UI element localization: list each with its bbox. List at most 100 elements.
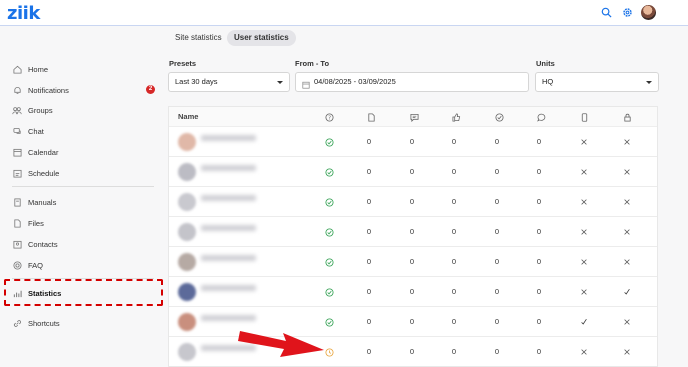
- stat-value: 0: [366, 227, 372, 236]
- sidebar: Home Notifications 2 Groups Chat Calenda…: [0, 50, 166, 367]
- bell-icon: [12, 85, 22, 95]
- stat-value: 0: [451, 287, 457, 296]
- search-icon[interactable]: [600, 6, 613, 19]
- table-row[interactable]: 0 0 0 0 0: [169, 217, 657, 247]
- check-icon: [578, 316, 590, 328]
- cross-icon: [621, 196, 633, 208]
- stat-value: 0: [494, 167, 500, 176]
- phone-icon: [579, 112, 589, 122]
- cross-icon: [578, 196, 590, 208]
- stat-value: 0: [536, 137, 542, 146]
- stat-value: 0: [536, 347, 542, 356]
- contacts-icon: [12, 239, 22, 249]
- stat-value: 0: [409, 257, 415, 266]
- home-icon: [12, 64, 22, 74]
- red-arrow-annotation: [238, 331, 324, 357]
- stat-value: 0: [409, 227, 415, 236]
- presets-label: Presets: [169, 59, 197, 68]
- stat-value: 0: [494, 137, 500, 146]
- stat-value: 0: [409, 197, 415, 206]
- avatar: [178, 253, 196, 271]
- table-row[interactable]: 0 0 0 0 0: [169, 187, 657, 217]
- sidebar-item-contacts[interactable]: Contacts: [12, 237, 58, 251]
- cross-icon: [621, 256, 633, 268]
- cross-icon: [621, 136, 633, 148]
- user-name-redacted: [201, 285, 291, 297]
- sidebar-item-shortcuts[interactable]: Shortcuts: [12, 316, 60, 330]
- svg-text:?: ?: [328, 115, 331, 121]
- avatar: [178, 343, 196, 361]
- status-ok-icon: [323, 136, 335, 148]
- avatar: [178, 223, 196, 241]
- top-bar: ziik ?: [0, 0, 688, 26]
- tab-user-statistics[interactable]: User statistics: [227, 30, 296, 46]
- table-row[interactable]: 0 0 0 0 0: [169, 277, 657, 307]
- user-name-redacted: [201, 225, 291, 237]
- comment-icon: [536, 112, 546, 122]
- chevron-down-icon: [646, 81, 652, 84]
- gear-icon[interactable]: [621, 6, 634, 19]
- sidebar-item-groups[interactable]: Groups: [12, 103, 53, 117]
- tab-site-statistics[interactable]: Site statistics: [168, 30, 229, 46]
- cross-icon: [578, 346, 590, 358]
- stat-value: 0: [409, 317, 415, 326]
- stat-value: 0: [409, 137, 415, 146]
- groups-icon: [12, 105, 22, 115]
- sidebar-item-label: Schedule: [28, 168, 60, 178]
- sidebar-item-notifications[interactable]: Notifications: [12, 83, 69, 97]
- check-circle-icon: [494, 112, 504, 122]
- avatar: [178, 163, 196, 181]
- status-ok-icon: [323, 166, 335, 178]
- status-ok-icon: [323, 196, 335, 208]
- chevron-down-icon: [277, 81, 283, 84]
- presets-select[interactable]: Last 30 days: [168, 72, 290, 92]
- manual-icon: [12, 197, 22, 207]
- avatar: [178, 313, 196, 331]
- ziik-logo[interactable]: ziik: [7, 3, 40, 24]
- stat-value: 0: [536, 287, 542, 296]
- user-name-redacted: [201, 195, 291, 207]
- date-range-value: 04/08/2025 - 03/09/2025: [314, 77, 396, 86]
- cross-icon: [621, 226, 633, 238]
- stat-value: 0: [536, 257, 542, 266]
- sidebar-item-label: Calendar: [28, 147, 59, 157]
- status-ok-icon: [323, 256, 335, 268]
- status-ok-icon: [323, 286, 335, 298]
- units-select[interactable]: HQ: [535, 72, 659, 92]
- sidebar-item-calendar[interactable]: Calendar: [12, 145, 58, 159]
- user-name-redacted: [201, 135, 291, 147]
- sidebar-item-label: Contacts: [28, 239, 58, 249]
- user-name-redacted: [201, 165, 291, 177]
- user-name-redacted: [201, 255, 291, 267]
- range-label: From - To: [295, 59, 330, 68]
- table-row[interactable]: 0 0 0 0 0: [169, 247, 657, 277]
- cross-icon: [621, 316, 633, 328]
- stat-value: 0: [536, 167, 542, 176]
- stat-value: 0: [536, 197, 542, 206]
- table-row[interactable]: 0 0 0 0 0: [169, 157, 657, 187]
- stat-value: 0: [366, 287, 372, 296]
- units-value: HQ: [542, 77, 554, 86]
- units-label: Units: [536, 59, 555, 68]
- stat-value: 0: [451, 137, 457, 146]
- sidebar-item-chat[interactable]: Chat: [12, 124, 44, 138]
- avatar: [178, 193, 196, 211]
- link-icon: [12, 318, 22, 328]
- sidebar-item-schedule[interactable]: Schedule: [12, 166, 59, 180]
- sidebar-item-files[interactable]: Files: [12, 216, 44, 230]
- name-column-header[interactable]: Name: [178, 112, 198, 121]
- stat-value: 0: [494, 287, 500, 296]
- sidebar-item-faq[interactable]: FAQ: [12, 258, 43, 272]
- avatar: [178, 283, 196, 301]
- sidebar-item-label: Groups: [28, 105, 53, 115]
- page-icon: [366, 112, 376, 122]
- faq-icon: [12, 260, 22, 270]
- user-avatar[interactable]: [641, 5, 656, 20]
- sidebar-item-manuals[interactable]: Manuals: [12, 195, 56, 209]
- date-range-input[interactable]: 04/08/2025 - 03/09/2025: [295, 72, 529, 92]
- help-icon: ?: [324, 112, 334, 122]
- sidebar-item-home[interactable]: Home: [12, 62, 48, 76]
- check-icon: [621, 286, 633, 298]
- notification-badge: 2: [146, 85, 155, 94]
- table-row[interactable]: 0 0 0 0 0: [169, 127, 657, 157]
